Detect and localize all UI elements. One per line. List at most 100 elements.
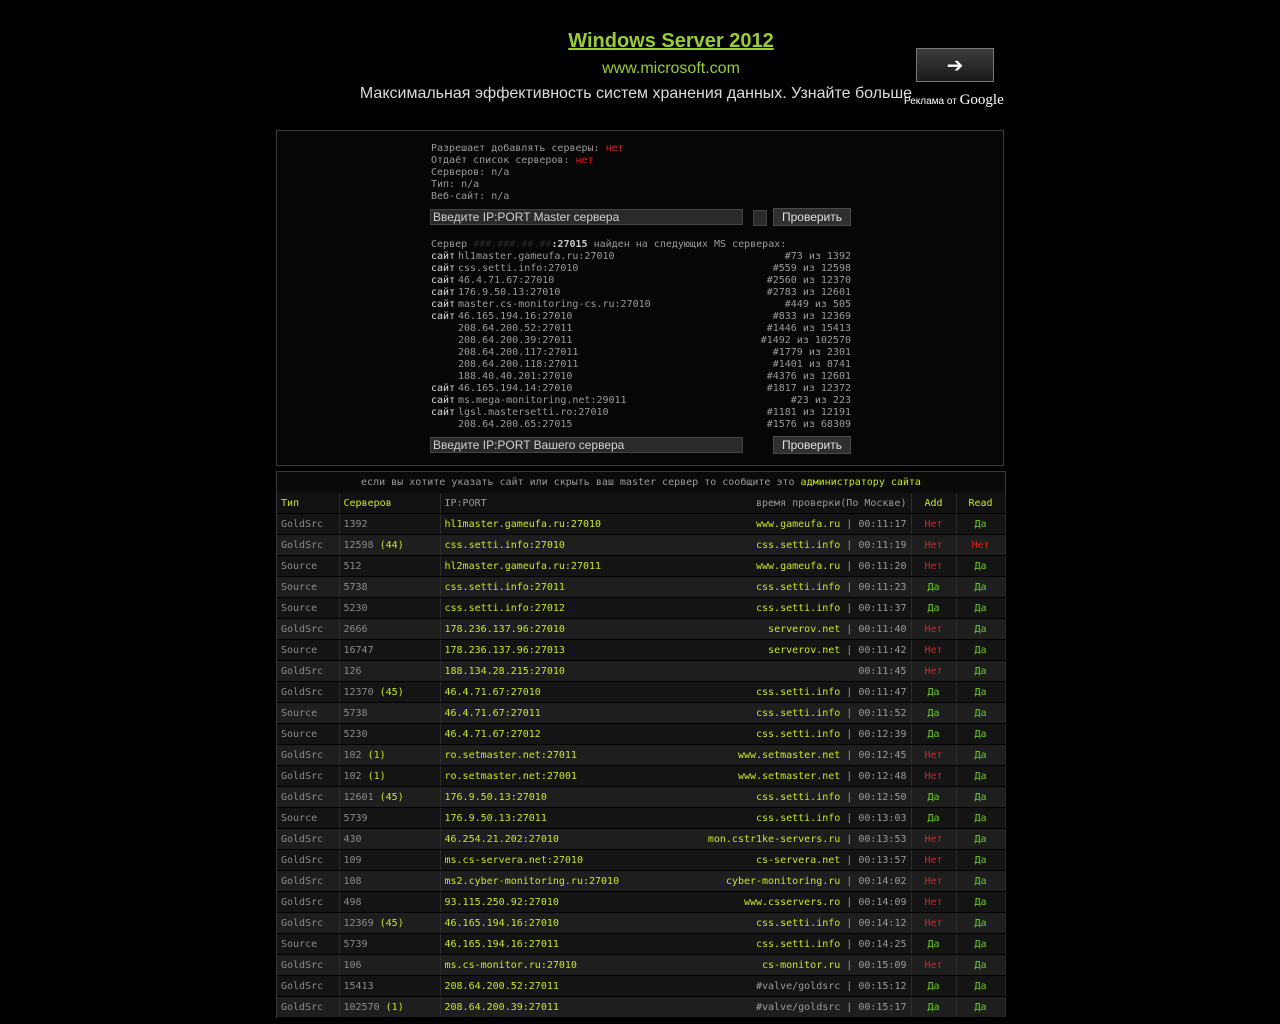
master-address-link[interactable]: 208.64.200.52:27011 xyxy=(445,981,559,992)
server-count: 106 xyxy=(343,959,362,971)
found-site-link[interactable]: сайт xyxy=(431,407,458,419)
server-ip-input[interactable]: Введите IP:PORT Вашего сервера xyxy=(430,437,743,453)
found-site-link[interactable]: сайт xyxy=(431,311,458,323)
found-rank: #833 из 12369 xyxy=(772,311,851,322)
table-row: GoldSrc 12369 (45) 46.165.194.16:27010 css.… xyxy=(277,912,1006,934)
separator: | xyxy=(846,938,853,950)
master-address-link[interactable]: 188.134.28.215:27010 xyxy=(445,666,565,677)
found-site-link[interactable]: сайт xyxy=(431,299,458,311)
col-servers[interactable]: Серверов xyxy=(339,493,441,514)
master-site-link[interactable]: #valve/goldsrc xyxy=(756,981,840,992)
master-option-checkbox[interactable] xyxy=(753,210,767,226)
master-address-link[interactable]: ro.setmaster.net:27001 xyxy=(445,771,577,782)
master-address-link[interactable]: 46.4.71.67:27012 xyxy=(445,729,541,740)
master-address-link[interactable]: css.setti.info:27010 xyxy=(445,540,565,551)
cell-site-time: serverov.net | 00:11:40 xyxy=(768,624,906,635)
server-count: 12601 xyxy=(343,791,374,803)
admin-contact-link[interactable]: администратору сайта xyxy=(801,477,921,488)
master-site-link[interactable]: css.setti.info xyxy=(756,918,840,929)
cell-read: Да xyxy=(956,723,1006,745)
master-site-link[interactable]: css.setti.info xyxy=(756,708,840,719)
master-site-link[interactable]: css.setti.info xyxy=(756,792,840,803)
master-address-link[interactable]: hl2master.gameufa.ru:27011 xyxy=(445,561,602,572)
master-site-link[interactable]: css.setti.info xyxy=(756,603,840,614)
cell-site-time: www.setmaster.net | 00:12:45 xyxy=(738,750,907,761)
master-site-link[interactable]: css.setti.info xyxy=(756,813,840,824)
table-row: Source 5739 46.165.194.16:27011 css.setti.i… xyxy=(277,933,1006,955)
master-site-link[interactable]: serverov.net xyxy=(768,645,840,656)
cell-site-time: www.gameufa.ru | 00:11:17 xyxy=(756,519,907,530)
master-address-link[interactable]: 176.9.50.13:27010 xyxy=(445,792,547,803)
separator: | xyxy=(846,833,853,845)
cell-type: Source xyxy=(277,555,340,577)
google-ad-banner[interactable]: Windows Server 2012 www.microsoft.com Ма… xyxy=(276,28,1004,118)
found-rank: #1181 из 12191 xyxy=(766,407,851,418)
server-count: 498 xyxy=(343,896,362,908)
master-site-link[interactable]: www.setmaster.net xyxy=(738,771,840,782)
master-site-link[interactable]: www.gameufa.ru xyxy=(756,519,840,530)
found-site-link[interactable]: сайт xyxy=(431,395,458,407)
table-row: GoldSrc 430 46.254.21.202:27010 mon.cstr1ke… xyxy=(277,828,1006,850)
master-site-link[interactable]: serverov.net xyxy=(768,624,840,635)
cell-ipport: ms2.cyber-monitoring.ru:27010 cyber-monit… xyxy=(440,870,912,892)
found-row: сайт css.setti.info:27010 #559 из 12598 xyxy=(431,263,851,275)
master-address-link[interactable]: ms.cs-servera.net:27010 xyxy=(445,855,583,866)
master-address-link[interactable]: 178.236.137.96:27010 xyxy=(445,624,565,635)
master-address-link[interactable]: 46.165.194.16:27011 xyxy=(445,939,559,950)
found-site-link[interactable]: сайт xyxy=(431,251,458,263)
cell-add: Да xyxy=(911,597,957,619)
master-ip-input[interactable]: Введите IP:PORT Master сервера xyxy=(430,209,743,225)
server-count: 126 xyxy=(343,665,362,677)
ad-attribution[interactable]: Реклама от Google xyxy=(904,92,1004,109)
master-address-link[interactable]: css.setti.info:27011 xyxy=(445,582,565,593)
master-address-link[interactable]: ms.cs-monitor.ru:27010 xyxy=(445,960,577,971)
master-site-link[interactable]: cs-servera.net xyxy=(756,855,840,866)
master-site-link[interactable]: cyber-monitoring.ru xyxy=(726,876,840,887)
cell-type: Source xyxy=(277,639,340,661)
cell-ipport: 46.165.194.16:27010 css.setti.info | 00:14:… xyxy=(440,912,912,934)
cell-add: Да xyxy=(911,807,957,829)
master-address-link[interactable]: 46.4.71.67:27010 xyxy=(445,687,541,698)
master-site-link[interactable]: css.setti.info xyxy=(756,729,840,740)
cell-type: Source xyxy=(277,702,340,724)
found-site-link[interactable]: сайт xyxy=(431,287,458,299)
table-header-row: Тип Серверов IP:PORT время проверки(По М… xyxy=(277,493,1006,514)
master-address-link[interactable]: 176.9.50.13:27011 xyxy=(445,813,547,824)
master-address-link[interactable]: 208.64.200.39:27011 xyxy=(445,1002,559,1013)
master-address-link[interactable]: 46.165.194.16:27010 xyxy=(445,918,559,929)
found-site-link[interactable]: сайт xyxy=(431,383,458,395)
master-site-link[interactable]: css.setti.info xyxy=(756,687,840,698)
cell-type: GoldSrc xyxy=(277,618,340,640)
found-site-link[interactable]: сайт xyxy=(431,263,458,275)
col-type[interactable]: Тип xyxy=(277,493,340,514)
found-site-link[interactable]: сайт xyxy=(431,275,458,287)
check-time: 00:14:25 xyxy=(858,938,907,950)
master-site-link[interactable]: css.setti.info xyxy=(756,582,840,593)
master-address-link[interactable]: ro.setmaster.net:27011 xyxy=(445,750,577,761)
table-row: GoldSrc 109 ms.cs-servera.net:27010 cs-serv… xyxy=(277,849,1006,871)
found-site-link xyxy=(431,371,458,383)
cell-site-time: #valve/goldsrc | 00:15:17 xyxy=(756,1002,907,1013)
cell-servers: 430 xyxy=(339,828,441,850)
master-site-link[interactable]: #valve/goldsrc xyxy=(756,1002,840,1013)
master-address-link[interactable]: 46.4.71.67:27011 xyxy=(445,708,541,719)
master-site-link[interactable]: css.setti.info xyxy=(756,540,840,551)
check-master-button[interactable]: Проверить xyxy=(773,208,851,226)
cell-ipport: hl2master.gameufa.ru:27011 www.gameufa.ru… xyxy=(440,555,912,577)
master-site-link[interactable]: www.csservers.ro xyxy=(744,897,840,908)
master-address-link[interactable]: 178.236.137.96:27013 xyxy=(445,645,565,656)
master-site-link[interactable]: mon.cstr1ke-servers.ru xyxy=(708,834,840,845)
master-address-link[interactable]: ms2.cyber-monitoring.ru:27010 xyxy=(445,876,620,887)
master-address-link[interactable]: css.setti.info:27012 xyxy=(445,603,565,614)
servers-count-line: Серверов: n/a xyxy=(431,167,510,178)
master-site-link[interactable]: cs-monitor.ru xyxy=(762,960,840,971)
master-address-link[interactable]: hl1master.gameufa.ru:27010 xyxy=(445,519,602,530)
check-server-button[interactable]: Проверить xyxy=(773,436,851,454)
master-site-link[interactable]: css.setti.info xyxy=(756,939,840,950)
master-address-link[interactable]: 46.254.21.202:27010 xyxy=(445,834,559,845)
master-site-link[interactable]: www.gameufa.ru xyxy=(756,561,840,572)
master-site-link[interactable]: www.setmaster.net xyxy=(738,750,840,761)
master-address-link[interactable]: 93.115.250.92:27010 xyxy=(445,897,559,908)
cell-type: GoldSrc xyxy=(277,912,340,934)
ad-go-button[interactable]: ➔ xyxy=(916,48,994,82)
